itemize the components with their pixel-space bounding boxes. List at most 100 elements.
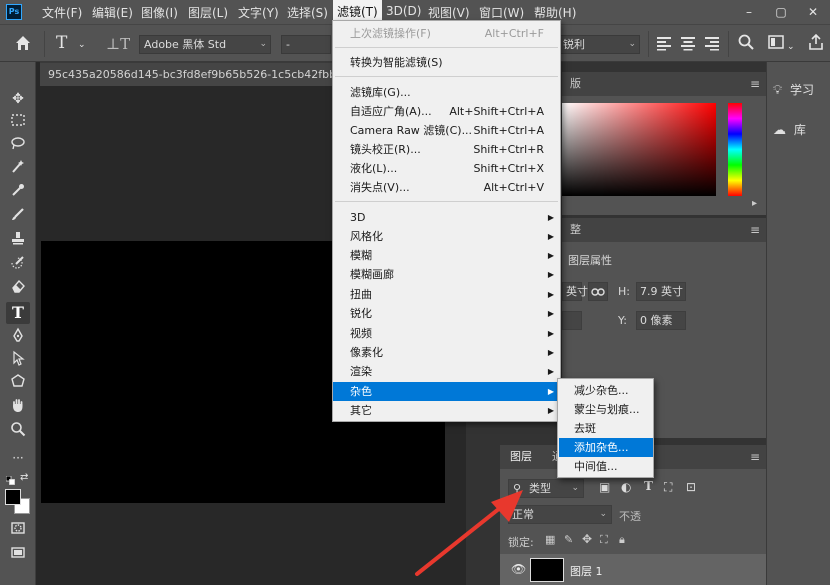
quick-mask-icon[interactable] <box>6 520 30 542</box>
font-family-select[interactable]: Adobe 黑体 Std ⌄ <box>139 35 271 54</box>
filter-smart-object-icon[interactable]: ⊡ <box>686 480 696 494</box>
close-button[interactable]: ✕ <box>800 0 826 24</box>
menu-layer[interactable]: 图层(L) <box>188 4 228 21</box>
chevron-down-icon[interactable]: ⌄ <box>78 35 86 55</box>
submenu-item-median[interactable]: 中间值... <box>559 457 653 476</box>
panel-menu-icon[interactable]: ≡ <box>750 445 760 469</box>
home-icon[interactable] <box>14 34 32 57</box>
menu-help[interactable]: 帮助(H) <box>534 4 576 21</box>
foreground-color-swatch[interactable] <box>5 489 21 505</box>
menu-item-other[interactable]: 其它 ▶ <box>333 401 560 420</box>
search-icon[interactable] <box>738 34 754 55</box>
layers-tab[interactable]: 图层 <box>502 445 540 469</box>
menu-item-lens-correction[interactable]: 镜头校正(R)... Shift+Ctrl+R <box>333 140 560 159</box>
menu-item-camera-raw[interactable]: Camera Raw 滤镜(C)... Shift+Ctrl+A <box>333 121 560 140</box>
align-right-icon[interactable] <box>704 35 720 56</box>
menu-item-last-filter[interactable]: 上次滤镜操作(F) Alt+Ctrl+F <box>333 24 560 43</box>
menu-3d[interactable]: 3D(D) <box>386 4 421 18</box>
panel-menu-icon[interactable]: ≡ <box>750 72 760 96</box>
pen-tool-icon[interactable] <box>6 327 30 349</box>
screen-mode-icon[interactable] <box>6 544 30 566</box>
color-scroll-handle[interactable]: ▸ <box>752 198 757 209</box>
type-tool-icon[interactable]: T <box>6 302 30 324</box>
marquee-tool-icon[interactable] <box>6 112 30 134</box>
filter-shape-icon[interactable]: ⛶ <box>664 480 672 495</box>
more-tools-icon[interactable]: ··· <box>6 447 30 469</box>
height-field[interactable]: 7.9 英寸 <box>636 282 686 301</box>
share-icon[interactable] <box>808 33 824 55</box>
submenu-item-dust-scratches[interactable]: 蒙尘与划痕... <box>559 400 653 419</box>
document-tab[interactable]: 95c435a20586d145-bc3fd8ef9b65b526-1c5cb4… <box>40 62 357 86</box>
maximize-button[interactable]: ▢ <box>768 0 794 24</box>
menu-window[interactable]: 窗口(W) <box>479 4 524 21</box>
stamp-tool-icon[interactable] <box>6 230 30 252</box>
menu-edit[interactable]: 编辑(E) <box>92 4 133 21</box>
layer-row[interactable]: 👁︎ 图层 1 <box>500 554 766 585</box>
libraries-button[interactable]: ☁︎ 库 <box>773 118 806 142</box>
menu-file[interactable]: 文件(F) <box>42 4 82 21</box>
filter-pixel-icon[interactable]: ▣ <box>599 480 610 494</box>
filter-adjustment-icon[interactable]: ◐ <box>621 480 631 494</box>
filter-type-icon[interactable]: T <box>644 479 653 493</box>
chevron-down-icon[interactable]: ⌄ <box>787 37 795 57</box>
menu-item-stylize[interactable]: 风格化 ▶ <box>333 227 560 246</box>
brush-tool-icon[interactable] <box>6 206 30 228</box>
y-field[interactable]: 0 像素 <box>636 311 686 330</box>
default-colors-icon[interactable] <box>5 474 15 485</box>
font-style-select[interactable]: - <box>281 35 331 54</box>
quick-selection-tool-icon[interactable] <box>6 158 30 180</box>
submenu-item-despeckle[interactable]: 去斑 <box>559 419 653 438</box>
menu-item-blur[interactable]: 模糊 ▶ <box>333 246 560 265</box>
menu-item-filter-gallery[interactable]: 滤镜库(G)... <box>333 83 560 102</box>
menu-item-liquify[interactable]: 液化(L)... Shift+Ctrl+X <box>333 159 560 178</box>
width-field[interactable]: 英寸 <box>562 282 588 301</box>
submenu-item-add-noise[interactable]: 添加杂色... <box>559 438 653 457</box>
lock-all-icon[interactable]: 🔒︎ <box>619 533 625 547</box>
align-center-icon[interactable] <box>680 35 696 56</box>
eyedropper-tool-icon[interactable] <box>6 182 30 204</box>
menu-item-convert-smart-filter[interactable]: 转换为智能滤镜(S) <box>333 53 560 72</box>
minimize-button[interactable]: – <box>736 0 762 24</box>
move-tool-icon[interactable]: ✥ <box>6 88 30 110</box>
link-dimensions-icon[interactable] <box>588 282 608 301</box>
menu-item-3d[interactable]: 3D ▶ <box>333 208 560 227</box>
hand-tool-icon[interactable] <box>6 397 30 419</box>
swap-colors-icon[interactable]: ⇄ <box>20 472 28 483</box>
text-orientation-icon[interactable]: ⊥T <box>106 34 130 54</box>
eraser-tool-icon[interactable] <box>6 278 30 300</box>
lock-position-icon[interactable]: ✥ <box>582 532 592 546</box>
zoom-tool-icon[interactable] <box>6 421 30 443</box>
workspace-icon[interactable] <box>768 34 786 55</box>
path-selection-tool-icon[interactable] <box>6 350 30 372</box>
shape-tool-icon[interactable] <box>6 373 30 395</box>
menu-type[interactable]: 文字(Y) <box>238 4 279 21</box>
layer-name[interactable]: 图层 1 <box>570 563 603 579</box>
submenu-item-reduce-noise[interactable]: 减少杂色... <box>559 381 653 400</box>
lasso-tool-icon[interactable] <box>6 135 30 157</box>
lock-artboard-icon[interactable]: ⛶ <box>600 533 608 547</box>
lock-image-icon[interactable]: ✎ <box>564 533 573 546</box>
adjustments-panel-tab[interactable]: 整 <box>562 218 589 242</box>
lock-transparent-icon[interactable]: ▦ <box>545 533 555 546</box>
x-field[interactable] <box>562 311 582 330</box>
menu-item-adaptive-wide-angle[interactable]: 自适应广角(A)... Alt+Shift+Ctrl+A <box>333 102 560 121</box>
align-left-icon[interactable] <box>656 35 672 56</box>
history-brush-tool-icon[interactable] <box>6 254 30 276</box>
menu-image[interactable]: 图像(I) <box>141 4 178 21</box>
menu-item-blur-gallery[interactable]: 模糊画廊 ▶ <box>333 265 560 284</box>
menu-item-pixelate[interactable]: 像素化 ▶ <box>333 343 560 362</box>
antialias-select[interactable]: 锐利 ⌄ <box>560 35 640 54</box>
color-panel-tab[interactable]: 版 <box>562 72 589 96</box>
hue-slider[interactable] <box>728 103 742 196</box>
color-field[interactable] <box>562 103 716 196</box>
menu-select[interactable]: 选择(S) <box>287 4 328 21</box>
menu-item-vanishing-point[interactable]: 消失点(V)... Alt+Ctrl+V <box>333 178 560 197</box>
menu-item-noise[interactable]: 杂色 ▶ <box>333 382 560 401</box>
panel-menu-icon[interactable]: ≡ <box>750 218 760 242</box>
menu-item-video[interactable]: 视频 ▶ <box>333 324 560 343</box>
menu-view[interactable]: 视图(V) <box>428 4 470 21</box>
type-tool-preset-icon[interactable]: T <box>56 33 67 53</box>
menu-item-distort[interactable]: 扭曲 ▶ <box>333 285 560 304</box>
menu-item-sharpen[interactable]: 锐化 ▶ <box>333 304 560 323</box>
learn-button[interactable]: 💡︎ 学习 <box>773 78 814 102</box>
